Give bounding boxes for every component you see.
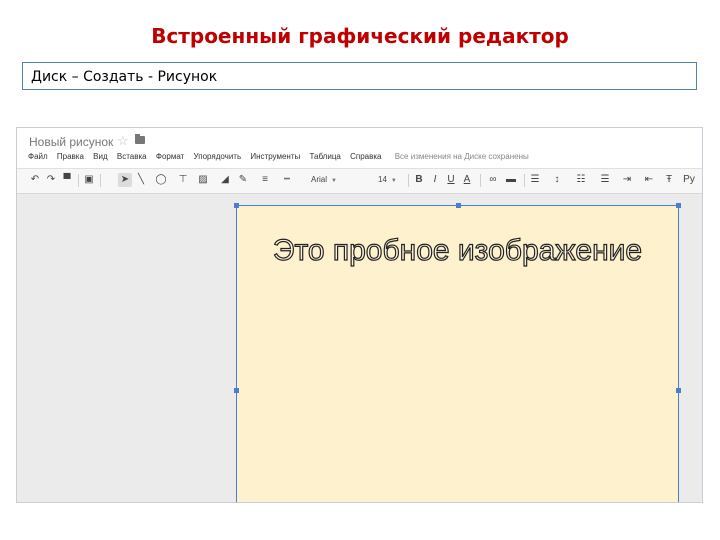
resize-handle[interactable] bbox=[456, 203, 461, 208]
underline-icon[interactable]: U bbox=[444, 173, 458, 187]
menu-insert[interactable]: Вставка bbox=[117, 152, 147, 161]
menu-help[interactable]: Справка bbox=[350, 152, 381, 161]
indent-icon[interactable]: ⇥ bbox=[620, 173, 634, 187]
numbered-list-icon[interactable]: ☷ bbox=[574, 173, 588, 187]
document-header: Новый рисунок ☆ Файл Правка Вид Вставка … bbox=[17, 128, 702, 168]
save-status: Все изменения на Диске сохранены bbox=[394, 152, 529, 161]
zoom-icon[interactable]: ▣ bbox=[82, 173, 96, 187]
canvas-text[interactable]: Это пробное изображение bbox=[237, 233, 678, 268]
align-icon[interactable]: ☰ bbox=[528, 173, 542, 187]
chevron-down-icon: ▼ bbox=[331, 178, 337, 184]
clear-format-icon[interactable]: Ŧ bbox=[662, 173, 676, 187]
navigation-path: Диск – Создать - Рисунок bbox=[22, 62, 697, 90]
link-icon[interactable]: ∞ bbox=[486, 173, 500, 187]
font-size-select[interactable]: 14 ▼ bbox=[378, 175, 397, 184]
resize-handle[interactable] bbox=[676, 388, 681, 393]
toolbar-divider bbox=[524, 174, 525, 187]
resize-handle[interactable] bbox=[234, 388, 239, 393]
toolbar-divider bbox=[100, 174, 101, 187]
fill-color-icon[interactable]: ◢ bbox=[218, 173, 232, 187]
document-title[interactable]: Новый рисунок bbox=[29, 135, 113, 149]
comment-icon[interactable]: ▬ bbox=[504, 173, 518, 187]
menu-format[interactable]: Формат bbox=[156, 152, 184, 161]
line-dash-icon[interactable]: ┅ bbox=[280, 173, 294, 187]
menu-bar: Файл Правка Вид Вставка Формат Упорядочи… bbox=[28, 152, 529, 161]
italic-icon[interactable]: I bbox=[428, 173, 442, 187]
menu-view[interactable]: Вид bbox=[93, 152, 107, 161]
menu-file[interactable]: Файл bbox=[28, 152, 48, 161]
paint-format-icon[interactable]: ▀ bbox=[60, 173, 74, 187]
line-color-icon[interactable]: ✎ bbox=[236, 173, 250, 187]
toolbar-divider bbox=[480, 174, 481, 187]
bulleted-list-icon[interactable]: ☰ bbox=[598, 173, 612, 187]
font-size-value: 14 bbox=[378, 175, 387, 184]
image-icon[interactable]: ▨ bbox=[196, 173, 210, 187]
shape-icon[interactable]: ◯ bbox=[154, 173, 168, 187]
toolbar-divider bbox=[408, 174, 409, 187]
resize-handle[interactable] bbox=[234, 203, 239, 208]
menu-tools[interactable]: Инструменты bbox=[250, 152, 300, 161]
undo-icon[interactable]: ↶ bbox=[28, 173, 42, 187]
text-color-icon[interactable]: A bbox=[460, 173, 474, 187]
line-spacing-icon[interactable]: ↕ bbox=[550, 173, 564, 187]
textbox-icon[interactable]: ⊤ bbox=[176, 173, 190, 187]
drawing-canvas[interactable]: Это пробное изображение bbox=[234, 203, 681, 502]
font-select[interactable]: Arial ▼ bbox=[311, 175, 337, 184]
toolbar: ↶ ↷ ▀ ▣ ➤ ╲ ◯ ⊤ ▨ ◢ ✎ ≡ ┅ Arial ▼ 14 ▼ B I… bbox=[17, 168, 702, 194]
menu-table[interactable]: Таблица bbox=[309, 152, 340, 161]
slide-title: Встроенный графический редактор bbox=[151, 24, 569, 48]
menu-arrange[interactable]: Упорядочить bbox=[194, 152, 242, 161]
font-name: Arial bbox=[311, 175, 328, 184]
input-tools-icon[interactable]: Ру bbox=[682, 173, 696, 187]
chevron-down-icon: ▼ bbox=[390, 178, 397, 184]
indent-decrease-icon[interactable]: ⇤ bbox=[642, 173, 656, 187]
line-weight-icon[interactable]: ≡ bbox=[258, 173, 272, 187]
toolbar-divider bbox=[78, 174, 79, 187]
resize-handle[interactable] bbox=[676, 203, 681, 208]
select-icon[interactable]: ➤ bbox=[118, 173, 132, 187]
bold-icon[interactable]: B bbox=[412, 173, 426, 187]
menu-edit[interactable]: Правка bbox=[57, 152, 84, 161]
drawing-editor: Новый рисунок ☆ Файл Правка Вид Вставка … bbox=[16, 127, 703, 503]
folder-icon[interactable] bbox=[135, 134, 145, 144]
star-icon[interactable]: ☆ bbox=[117, 133, 129, 149]
line-icon[interactable]: ╲ bbox=[134, 173, 148, 187]
redo-icon[interactable]: ↷ bbox=[44, 173, 58, 187]
